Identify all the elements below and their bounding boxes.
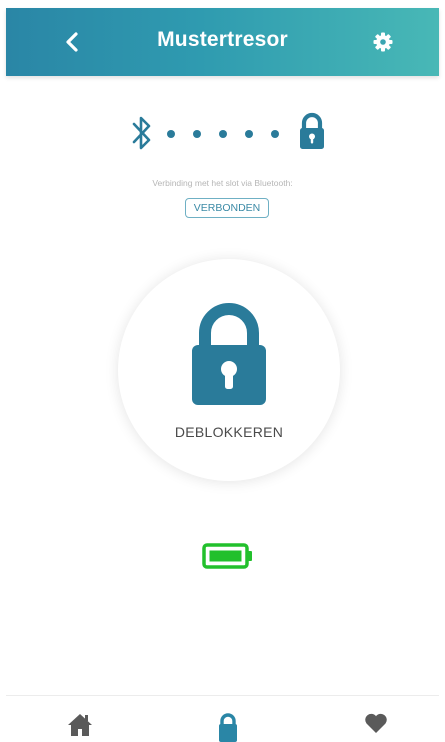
connection-dot <box>167 130 175 138</box>
connection-dot <box>271 130 279 138</box>
unlock-button[interactable]: DEBLOKKEREN <box>118 259 340 481</box>
connection-dot <box>193 130 201 138</box>
status-badge: VERBONDEN <box>185 198 269 218</box>
connection-dot <box>219 130 227 138</box>
lock-icon <box>192 303 266 405</box>
settings-button[interactable] <box>367 26 399 58</box>
tab-bar-divider <box>6 695 439 696</box>
connection-indicator <box>0 106 445 156</box>
app-header: Mustertresor <box>6 8 439 76</box>
tab-lock[interactable] <box>208 712 248 742</box>
lock-icon <box>219 713 237 742</box>
connection-label: Verbinding met het slot via Bluetooth: <box>152 178 293 188</box>
heart-icon <box>365 713 387 733</box>
tab-favorites[interactable] <box>356 712 396 742</box>
bluetooth-icon <box>132 116 151 150</box>
unlock-label: DEBLOKKEREN <box>174 424 284 440</box>
lock-icon <box>300 112 324 149</box>
tab-home[interactable] <box>60 712 100 742</box>
connection-dot <box>245 130 253 138</box>
gear-icon <box>373 32 393 52</box>
battery-full-icon <box>202 543 252 569</box>
home-icon <box>68 714 92 736</box>
